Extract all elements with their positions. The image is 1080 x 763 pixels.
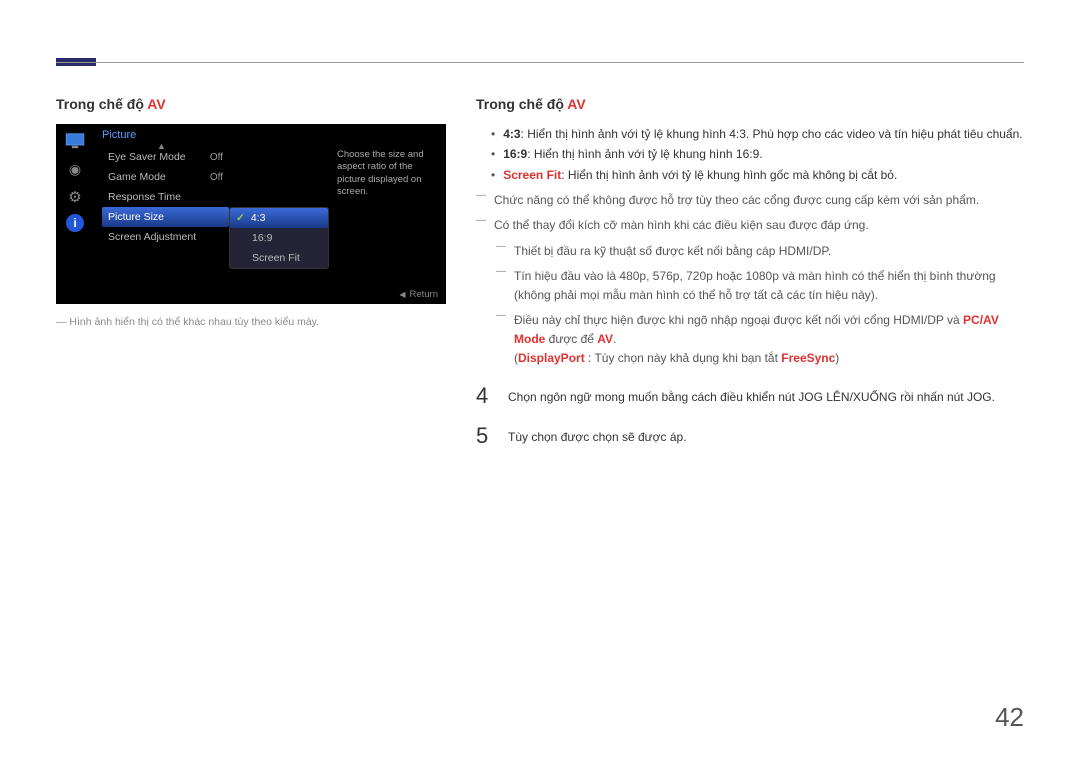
dash-note-1: Chức năng có thể không được hỗ trợ tùy t… (476, 191, 1024, 210)
image-vary-note: ― Hình ảnh hiển thị có thể khác nhau tùy… (56, 316, 446, 328)
step-5: 5 Tùy chọn được chọn sẽ được áp. (476, 423, 1024, 449)
arrow-left-icon: ◀ (399, 290, 405, 299)
page-number: 42 (995, 702, 1024, 733)
return-label: Return (409, 289, 438, 300)
dash-sub-1: Thiết bị đầu ra kỹ thuật số được kết nối… (496, 242, 1024, 261)
bullet-list: 4:3: Hiển thị hình ảnh với tỷ lệ khung h… (491, 124, 1024, 185)
osd-footer: ◀ Return (399, 289, 438, 300)
bullet-screenfit: Screen Fit: Hiển thị hình ảnh với tỷ lệ … (491, 165, 1024, 185)
dash-sub-3: Điều này chỉ thực hiện được khi ngõ nhập… (496, 311, 1024, 369)
bullet-169: 16:9: Hiển thị hình ảnh với tỷ lệ khung … (491, 144, 1024, 164)
osd-menu-item: Game Mode Off (102, 167, 229, 187)
gear-icon: ⚙ (62, 186, 88, 208)
osd-option-selected: ✓ 4:3 (230, 208, 328, 228)
step-text: Chọn ngôn ngữ mong muốn bằng cách điều k… (508, 383, 995, 407)
osd-title: Picture (94, 124, 446, 143)
right-column: Trong chế độ AV 4:3: Hiển thị hình ảnh v… (476, 96, 1024, 449)
eye-icon: ◉ (62, 158, 88, 180)
heading-prefix: Trong chế độ (476, 96, 567, 112)
osd-menu-item: Response Time (102, 187, 229, 207)
right-heading: Trong chế độ AV (476, 96, 1024, 112)
osd-main: Picture ▲ Eye Saver Mode Off Game Mode O… (94, 124, 446, 304)
arrow-up-icon: ▲ (157, 141, 166, 151)
dash-sub-2: Tín hiệu đầu vào là 480p, 576p, 720p hoặ… (496, 267, 1024, 305)
osd-options-box: ✓ 4:3 16:9 Screen Fit (229, 207, 329, 269)
step-4: 4 Chọn ngôn ngữ mong muốn bằng cách điều… (476, 383, 1024, 409)
info-icon: i (66, 214, 84, 232)
heading-av: AV (567, 96, 585, 112)
left-heading: Trong chế độ AV (56, 96, 446, 112)
header-divider (56, 62, 1024, 63)
osd-menu-col: ▲ Eye Saver Mode Off Game Mode Off Respo… (94, 143, 229, 304)
bullet-43: 4:3: Hiển thị hình ảnh với tỷ lệ khung h… (491, 124, 1024, 144)
heading-av: AV (147, 96, 165, 112)
monitor-icon (62, 130, 88, 152)
step-number: 5 (476, 423, 494, 449)
osd-screenshot: ◉ ⚙ i Picture ▲ Eye Saver Mode Off Game … (56, 124, 446, 304)
step-number: 4 (476, 383, 494, 409)
osd-menu-item-selected: Picture Size (102, 207, 229, 227)
left-column: Trong chế độ AV ◉ ⚙ i Picture ▲ Eye Save… (56, 96, 446, 449)
osd-help-text: Choose the size and aspect ratio of the … (329, 143, 446, 304)
osd-option: Screen Fit (230, 248, 328, 268)
dash-note-2: Có thể thay đổi kích cỡ màn hình khi các… (476, 216, 1024, 235)
step-text: Tùy chọn được chọn sẽ được áp. (508, 423, 687, 447)
osd-options-col: ✓ 4:3 16:9 Screen Fit (229, 143, 329, 304)
osd-columns: ▲ Eye Saver Mode Off Game Mode Off Respo… (94, 143, 446, 304)
page-content: Trong chế độ AV ◉ ⚙ i Picture ▲ Eye Save… (56, 96, 1024, 449)
osd-option: 16:9 (230, 228, 328, 248)
osd-menu-item: Screen Adjustment (102, 227, 229, 247)
osd-sidebar-icons: ◉ ⚙ i (56, 124, 94, 304)
heading-prefix: Trong chế độ (56, 96, 147, 112)
check-icon: ✓ (236, 212, 245, 224)
